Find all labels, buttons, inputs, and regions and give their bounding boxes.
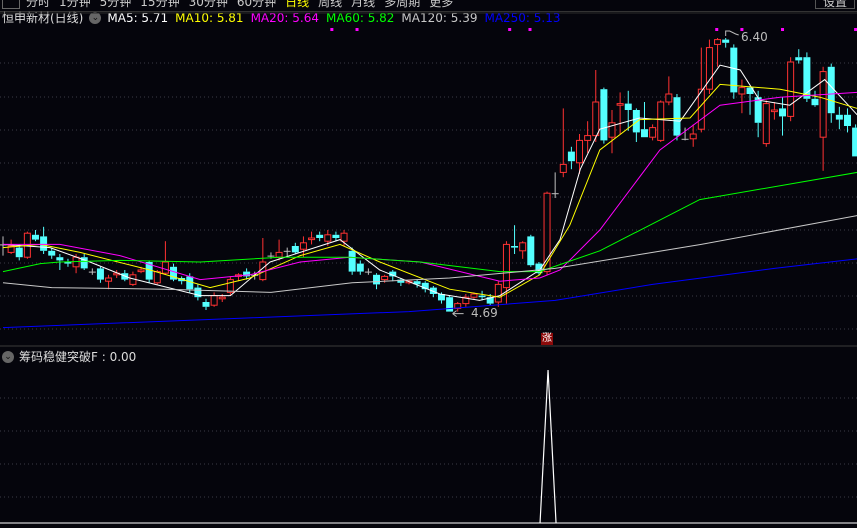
candle-body-up	[137, 269, 145, 273]
indicator-label: 筹码稳健突破F : 0.00	[19, 350, 137, 364]
candle-body-down	[373, 274, 381, 285]
chevron-down-icon[interactable]: ⌄	[2, 350, 14, 363]
candle-body-down	[202, 302, 210, 307]
signal-marker	[355, 28, 359, 31]
candle-body-down	[267, 255, 275, 257]
candle-body-down	[681, 138, 689, 140]
candle-body-up	[576, 139, 584, 164]
indicator-title-bar: ⌄ 筹码稳健突破F : 0.00	[2, 348, 136, 365]
candle-body-down	[478, 295, 486, 298]
candle-body-up	[494, 283, 502, 303]
candle-body-up	[616, 103, 624, 106]
candle-body-up	[153, 271, 161, 284]
ma-line-ma20	[3, 91, 857, 282]
candle-body-up	[470, 293, 478, 298]
candle-body-down	[40, 236, 48, 251]
candle-body-up	[787, 61, 795, 117]
candle-body-up	[324, 234, 332, 242]
candle-body-up	[105, 277, 113, 282]
candle-body-up	[559, 163, 567, 173]
candle-body-up	[819, 71, 827, 138]
rise-signal-badge: 涨	[541, 333, 553, 345]
candle-body-up	[738, 87, 746, 95]
candle-body-down	[96, 268, 104, 280]
candle-body-up	[161, 261, 169, 274]
candle-body-down	[283, 250, 291, 252]
candle-body-down	[332, 234, 340, 238]
candle-body-down	[795, 57, 803, 61]
candle-body-down	[31, 234, 39, 240]
candle-body-up	[657, 101, 665, 141]
signal-marker	[715, 28, 719, 31]
candle-body-up	[689, 133, 697, 140]
candle-body-down	[511, 246, 519, 248]
candle-body-down	[600, 89, 608, 141]
candle-body-down	[779, 108, 787, 117]
candle-body-down	[356, 263, 364, 272]
ma-line-ma10	[2, 83, 857, 298]
signal-marker	[330, 28, 334, 31]
indicator-spike	[539, 369, 557, 524]
low-price-label: 4.69	[471, 306, 498, 320]
candle-body-down	[811, 98, 819, 106]
candle-body-up	[340, 232, 348, 242]
candle-body-down	[843, 114, 851, 126]
candle-body-up	[308, 237, 316, 241]
candle-body-down	[56, 257, 64, 261]
candle-body-down	[624, 103, 632, 110]
candle-body-down	[364, 271, 372, 273]
candle-body-up	[519, 242, 527, 252]
candle-body-down	[632, 110, 640, 133]
signal-marker	[781, 28, 785, 31]
candle-body-down	[722, 39, 730, 43]
candle-body-down	[640, 129, 648, 138]
signal-marker	[528, 28, 532, 31]
candle-body-down	[567, 151, 575, 162]
candle-body-up	[275, 251, 283, 258]
high-price-label: 6.40	[741, 30, 768, 44]
candle-body-down	[88, 271, 96, 273]
candle-body-up	[762, 103, 770, 145]
candle-body-down	[551, 193, 559, 195]
candle-body-up	[770, 109, 778, 113]
candle-body-up	[584, 135, 592, 141]
candle-body-down	[527, 236, 535, 266]
candle-body-up	[210, 295, 218, 306]
signal-marker	[508, 28, 512, 31]
candle-body-up	[592, 101, 600, 137]
candle-body-down	[446, 297, 454, 312]
candle-body-down	[835, 114, 843, 120]
candle-body-down	[15, 247, 23, 258]
candle-body-up	[714, 39, 722, 45]
candle-body-up	[649, 127, 657, 138]
candle-body-up	[218, 296, 226, 300]
candle-body-up	[299, 242, 307, 250]
candle-body-down	[48, 250, 56, 256]
candle-body-down	[673, 97, 681, 136]
candle-body-up	[381, 275, 389, 281]
candle-body-down	[754, 97, 762, 123]
high-arrow-icon	[725, 30, 739, 36]
candle-body-up	[665, 93, 673, 103]
price-chart[interactable]	[0, 0, 857, 528]
ma-line-ma60	[2, 171, 857, 273]
candle-body-down	[852, 127, 857, 157]
candle-body-down	[291, 246, 299, 253]
candle-body-down	[348, 250, 356, 272]
candle-body-down	[316, 234, 324, 238]
candle-body-up	[226, 279, 234, 293]
